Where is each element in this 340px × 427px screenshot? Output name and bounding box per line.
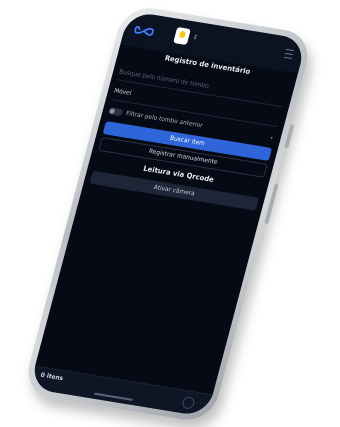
app-badge-icon[interactable] [173, 26, 191, 46]
infinity-logo-icon[interactable] [133, 24, 155, 37]
phone-frame: ⇕ Registro de inventário Busque pelo núm… [21, 3, 315, 425]
app-screen: ⇕ Registro de inventário Busque pelo núm… [29, 10, 307, 418]
mockup-stage: ⇕ Registro de inventário Busque pelo núm… [0, 0, 340, 427]
circle-icon[interactable] [181, 395, 196, 410]
volume-button [284, 124, 295, 149]
caret-down-icon: ▾ [269, 135, 274, 142]
hamburger-menu-icon[interactable] [283, 48, 295, 60]
chevron-updown-icon[interactable]: ⇕ [192, 34, 199, 42]
home-indicator [93, 392, 134, 401]
item-count-bar: 0 itens [29, 365, 213, 418]
badge-dot [178, 30, 187, 39]
filter-toggle[interactable] [107, 107, 124, 117]
item-count: 0 itens [39, 371, 64, 383]
